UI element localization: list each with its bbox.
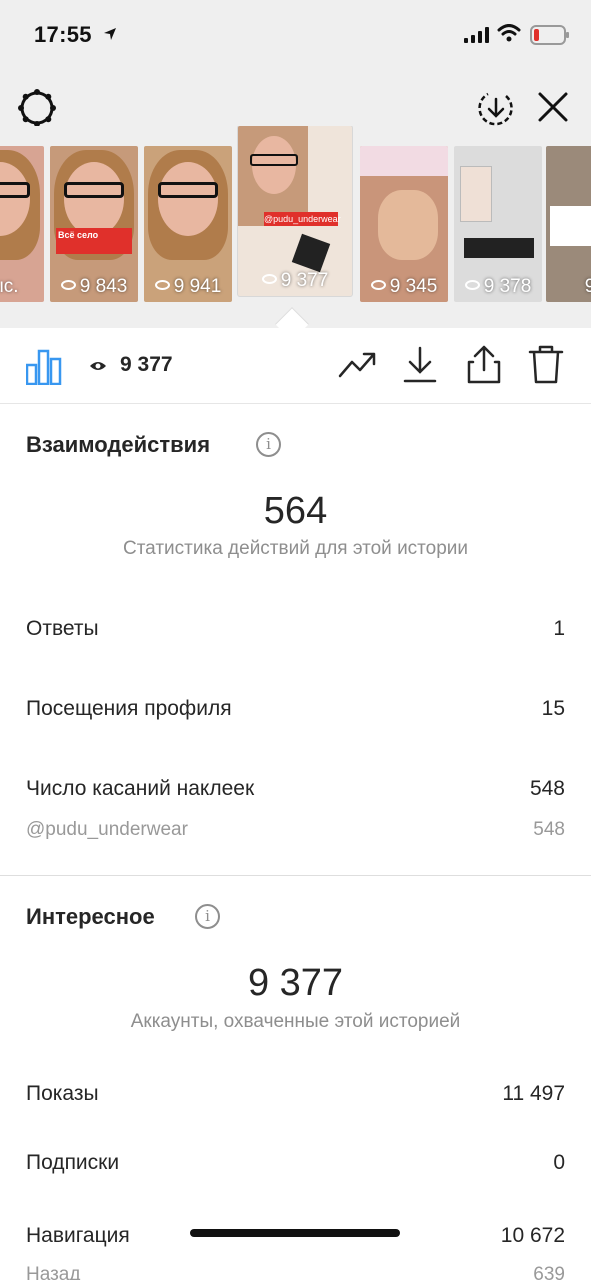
- discovery-title: Интересное: [26, 904, 155, 929]
- status-bar: 17:55: [0, 0, 591, 70]
- stat-value: 11 497: [502, 1082, 565, 1105]
- cellular-signal-icon: [464, 27, 489, 43]
- status-time: 17:55: [34, 22, 92, 47]
- story-thumbnail[interactable]: 9: [546, 146, 591, 302]
- info-icon[interactable]: i: [195, 904, 220, 929]
- thumbnail-view-count: тыс.: [0, 276, 19, 297]
- thumbnail-caption: Всё село: [56, 228, 132, 254]
- stat-sub-value: 639: [533, 1264, 565, 1280]
- story-thumbnail[interactable]: Всё село 9 843: [50, 146, 138, 302]
- download-icon[interactable]: [402, 346, 438, 384]
- stat-label: Подписки: [26, 1151, 120, 1174]
- thumbnail-view-count: 9 378: [454, 276, 542, 298]
- story-thumbnail[interactable]: тыс.: [0, 146, 44, 302]
- stat-label: Посещения профиля: [26, 697, 232, 720]
- thumbnail-caption: @pudu_underwear: [264, 212, 341, 226]
- thumbnail-view-count: 9: [584, 276, 591, 297]
- story-thumbnail[interactable]: 9 345: [360, 146, 448, 302]
- download-circle-icon[interactable]: [476, 88, 516, 128]
- views-count: 9 377: [120, 353, 173, 376]
- stat-label: Показы: [26, 1082, 99, 1105]
- story-thumbnail-strip[interactable]: тыс. Всё село 9 843 9 941 @pudu_underwea…: [0, 126, 591, 328]
- stat-value: 548: [529, 777, 565, 800]
- delete-icon[interactable]: [528, 344, 564, 384]
- stat-subrow: @pudu_underwear 548: [26, 819, 565, 841]
- interactions-subtitle: Статистика действий для этой истории: [122, 538, 469, 559]
- wifi-icon: [497, 24, 521, 42]
- home-indicator[interactable]: [190, 1229, 400, 1237]
- stat-value: 15: [541, 697, 565, 720]
- settings-gear-icon[interactable]: [17, 88, 57, 128]
- location-arrow-icon: [104, 28, 116, 40]
- stat-row: Число касаний наклеек 548: [26, 777, 565, 801]
- stat-label: Навигация: [26, 1224, 130, 1247]
- stat-value: 1: [553, 617, 565, 640]
- action-bar: 9 377: [0, 328, 591, 404]
- discovery-total: 9 377: [247, 962, 344, 1004]
- close-icon[interactable]: [536, 90, 570, 124]
- stat-row: Посещения профиля 15: [26, 697, 565, 721]
- stat-row: Показы 11 497: [26, 1082, 565, 1106]
- insights-bar-chart-icon[interactable]: [26, 349, 62, 385]
- section-divider: [0, 875, 591, 876]
- stat-sub-label: Назад: [26, 1264, 81, 1280]
- trending-up-icon[interactable]: [338, 348, 378, 380]
- interactions-total: 564: [263, 490, 328, 532]
- story-thumbnail[interactable]: 9 941: [144, 146, 232, 302]
- stat-sub-label: @pudu_underwear: [26, 819, 188, 840]
- stat-subrow: Назад 639: [26, 1264, 565, 1280]
- info-icon[interactable]: i: [256, 432, 281, 457]
- interactions-title: Взаимодействия: [26, 432, 211, 457]
- thumbnail-view-count: 9 377: [238, 270, 352, 292]
- stat-value: 10 672: [500, 1224, 565, 1247]
- stat-label: Ответы: [26, 617, 99, 640]
- top-bar: [0, 70, 591, 128]
- story-thumbnail[interactable]: 9 378: [454, 146, 542, 302]
- thumbnail-view-count: 9 941: [144, 276, 232, 298]
- stat-value: 0: [553, 1151, 565, 1174]
- discovery-subtitle: Аккаунты, охваченные этой историей: [130, 1011, 461, 1032]
- share-icon[interactable]: [466, 344, 502, 384]
- stat-row: Ответы 1: [26, 617, 565, 641]
- battery-icon: [530, 25, 569, 45]
- story-thumbnail-selected[interactable]: @pudu_underwear 9 377: [238, 126, 352, 296]
- eye-icon: [90, 362, 106, 370]
- stat-row: Подписки 0: [26, 1151, 565, 1175]
- stat-sub-value: 548: [533, 819, 565, 840]
- stat-label: Число касаний наклеек: [26, 777, 255, 800]
- thumbnail-view-count: 9 843: [50, 276, 138, 298]
- thumbnail-view-count: 9 345: [360, 276, 448, 298]
